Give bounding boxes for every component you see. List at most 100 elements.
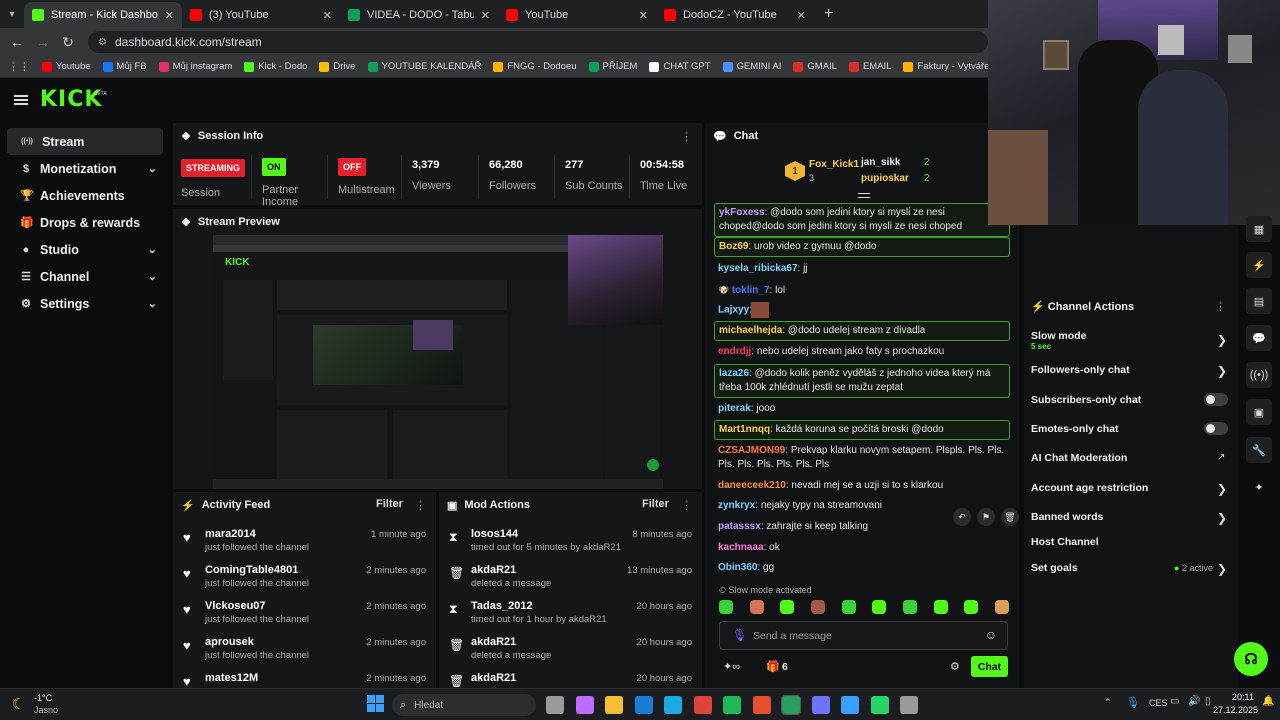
mod-filter-button[interactable]: Filter — [642, 498, 669, 510]
mod-action-user[interactable]: akdaR21 — [471, 672, 516, 684]
bookmark-item[interactable]: Drive — [319, 61, 356, 72]
pin-icon[interactable]: ⚑ — [977, 508, 995, 526]
volume-icon[interactable]: 🔊 — [1188, 696, 1200, 707]
account-age-chevron-icon[interactable]: ❯ — [1217, 482, 1227, 496]
chat-username[interactable]: zynkryx — [718, 500, 755, 511]
chat-username[interactable]: Lajxyy — [718, 305, 749, 316]
bookmark-item[interactable]: Youtube — [42, 61, 91, 72]
bookmark-item[interactable]: CHAT GPT — [649, 61, 711, 72]
bookmark-item[interactable]: Kick - Dodo — [244, 61, 307, 72]
chat-username[interactable]: Obin360 — [718, 562, 757, 573]
reload-icon[interactable]: ↻ — [62, 34, 74, 51]
taskbar-app-icon[interactable] — [664, 696, 682, 714]
chat-input[interactable]: 🎙 Send a message ☺ — [719, 621, 1008, 650]
chat-message[interactable]: 🐶 toklin_7: lol — [714, 281, 1010, 300]
bookmark-item[interactable]: YOUTUBE KALENDÁŘ — [367, 61, 481, 72]
emote-icon[interactable] — [780, 600, 795, 614]
mod-action-user[interactable]: Tadas_2012 — [471, 600, 533, 612]
chat-username[interactable]: toklin_7 — [732, 285, 770, 296]
bookmark-item[interactable]: GMAIL — [793, 61, 837, 72]
host-channel-label[interactable]: Host Channel — [1031, 536, 1099, 548]
chat-username[interactable]: ykFoxess — [719, 207, 765, 218]
clock-time[interactable]: 20:11 — [1232, 692, 1254, 702]
taskbar-app-icon[interactable] — [575, 696, 594, 714]
emotes-only-toggle[interactable] — [1204, 422, 1228, 435]
chat-username[interactable]: laza26 — [719, 368, 749, 379]
tool-bolt-icon[interactable]: ⚡ — [1246, 252, 1272, 278]
emote-icon[interactable] — [994, 600, 1009, 614]
activity-user[interactable]: ComingTable4801 — [205, 564, 298, 576]
chevron-down-icon[interactable]: ⌄ — [148, 162, 157, 175]
points-icon[interactable]: ✦∞ — [723, 660, 740, 673]
taskbar-app-icon[interactable] — [605, 696, 623, 714]
battery-icon[interactable]: ▯ — [1205, 696, 1211, 707]
taskbar-app-icon[interactable] — [634, 696, 653, 714]
chat-username[interactable]: CZSAJMON99 — [718, 445, 785, 456]
chat-message[interactable]: ykFoxess: @dodo som jedini ktory si mysl… — [714, 203, 1010, 237]
actions-menu-icon[interactable]: ⋮ — [1215, 300, 1226, 313]
chat-message[interactable]: Obin360: gg — [714, 559, 1010, 577]
emoji-icon[interactable]: ☺ — [985, 628, 997, 642]
microphone-icon[interactable]: 🎙 — [732, 628, 747, 642]
chat-message[interactable]: piterak: jooo — [714, 400, 1010, 418]
gifter-3-name[interactable]: pupioskar — [861, 173, 909, 184]
apps-icon[interactable]: ⋮⋮ — [8, 60, 30, 73]
emote-icon[interactable] — [749, 600, 764, 614]
browser-tab[interactable]: DodoCZ - YouTube ✕ — [656, 2, 814, 28]
banned-words-label[interactable]: Banned words — [1031, 511, 1103, 523]
delete-icon[interactable]: 🗑 — [1001, 508, 1019, 526]
pin-expand-icon[interactable] — [858, 193, 870, 198]
sidebar-item-studio[interactable]: ● Studio ⌄ — [7, 236, 163, 263]
stream-preview-video[interactable]: KICK — [213, 235, 663, 489]
account-age-label[interactable]: Account age restriction — [1031, 482, 1148, 494]
bookmark-item[interactable]: Můj FB — [102, 61, 147, 72]
chat-username[interactable]: daneeceek210 — [718, 480, 786, 491]
ai-moderation-label[interactable]: AI Chat Moderation — [1031, 452, 1127, 464]
sidebar-item-stream[interactable]: ((•)) Stream — [7, 128, 163, 155]
tool-layout-icon[interactable]: ▣ — [1246, 399, 1272, 425]
language-indicator[interactable]: CES — [1149, 698, 1168, 708]
banned-words-chevron-icon[interactable]: ❯ — [1217, 511, 1227, 525]
chat-username[interactable]: kachnaaa — [718, 542, 764, 553]
mod-menu-icon[interactable]: ⋮ — [681, 499, 692, 512]
chevron-down-icon[interactable]: ⌄ — [148, 270, 157, 283]
chat-username[interactable]: michaelhejda — [719, 325, 782, 336]
tool-wrench-icon[interactable]: 🔧 — [1246, 437, 1272, 463]
close-tab-icon[interactable]: ✕ — [323, 9, 332, 22]
sidebar-item-achievements[interactable]: 🏆 Achievements — [7, 182, 163, 209]
set-goals-label[interactable]: Set goals — [1031, 562, 1078, 574]
close-tab-icon[interactable]: ✕ — [797, 9, 806, 22]
tool-doc-icon[interactable]: ▤ — [1246, 288, 1272, 314]
taskbar-app-icon[interactable] — [723, 696, 741, 714]
chat-message[interactable]: daneeceek210: nevadi mej se a uzji si to… — [714, 477, 1010, 495]
sidebar-item-drops-rewards[interactable]: 🎁 Drops & rewards — [7, 209, 163, 236]
mod-action-user[interactable]: akdaR21 — [471, 636, 516, 648]
browser-tab[interactable]: Stream - Kick Dashboard ✕ — [24, 2, 182, 28]
set-goals-chevron-icon[interactable]: ❯ — [1217, 562, 1227, 576]
activity-user[interactable]: mara2014 — [205, 528, 256, 540]
chat-message[interactable]: kysela_ribicka67: jj — [714, 260, 1010, 278]
chat-username[interactable]: kysela_ribicka67 — [718, 263, 798, 274]
chat-username[interactable]: patasssx — [718, 521, 761, 532]
reply-icon[interactable]: ↶ — [953, 508, 971, 526]
tool-points-icon[interactable]: ✦ — [1246, 474, 1272, 500]
emote-icon[interactable] — [872, 600, 887, 614]
mod-action-user[interactable]: losos144 — [471, 528, 518, 540]
taskbar-app-icon[interactable] — [870, 696, 889, 714]
mic-tray-icon[interactable]: 🎙 — [1126, 696, 1140, 709]
chat-message[interactable]: endrdjj: nebo udelej stream jako faty s … — [714, 343, 1010, 361]
taskbar-app-icon[interactable] — [811, 696, 830, 714]
session-menu-icon[interactable]: ⋮ — [681, 130, 692, 143]
taskbar-app-icon[interactable] — [546, 696, 564, 714]
bookmark-item[interactable]: EMAIL — [848, 61, 891, 72]
chat-message[interactable]: Boz69: urob video z gymuu @dodo — [714, 237, 1010, 257]
bookmark-item[interactable]: GEMINI AI — [722, 61, 781, 72]
chat-username[interactable]: Boz69 — [719, 241, 748, 252]
network-icon[interactable]: ▭ — [1170, 696, 1179, 707]
top-gifter-name[interactable]: Fox_Kick1 — [809, 159, 859, 170]
activity-filter-button[interactable]: Filter — [376, 498, 403, 510]
chat-username[interactable]: piterak — [718, 403, 751, 414]
activity-menu-icon[interactable]: ⋮ — [415, 499, 426, 512]
activity-user[interactable]: Vlckoseu07 — [205, 600, 266, 612]
chat-message[interactable]: Lajxyy: — [714, 300, 1010, 320]
